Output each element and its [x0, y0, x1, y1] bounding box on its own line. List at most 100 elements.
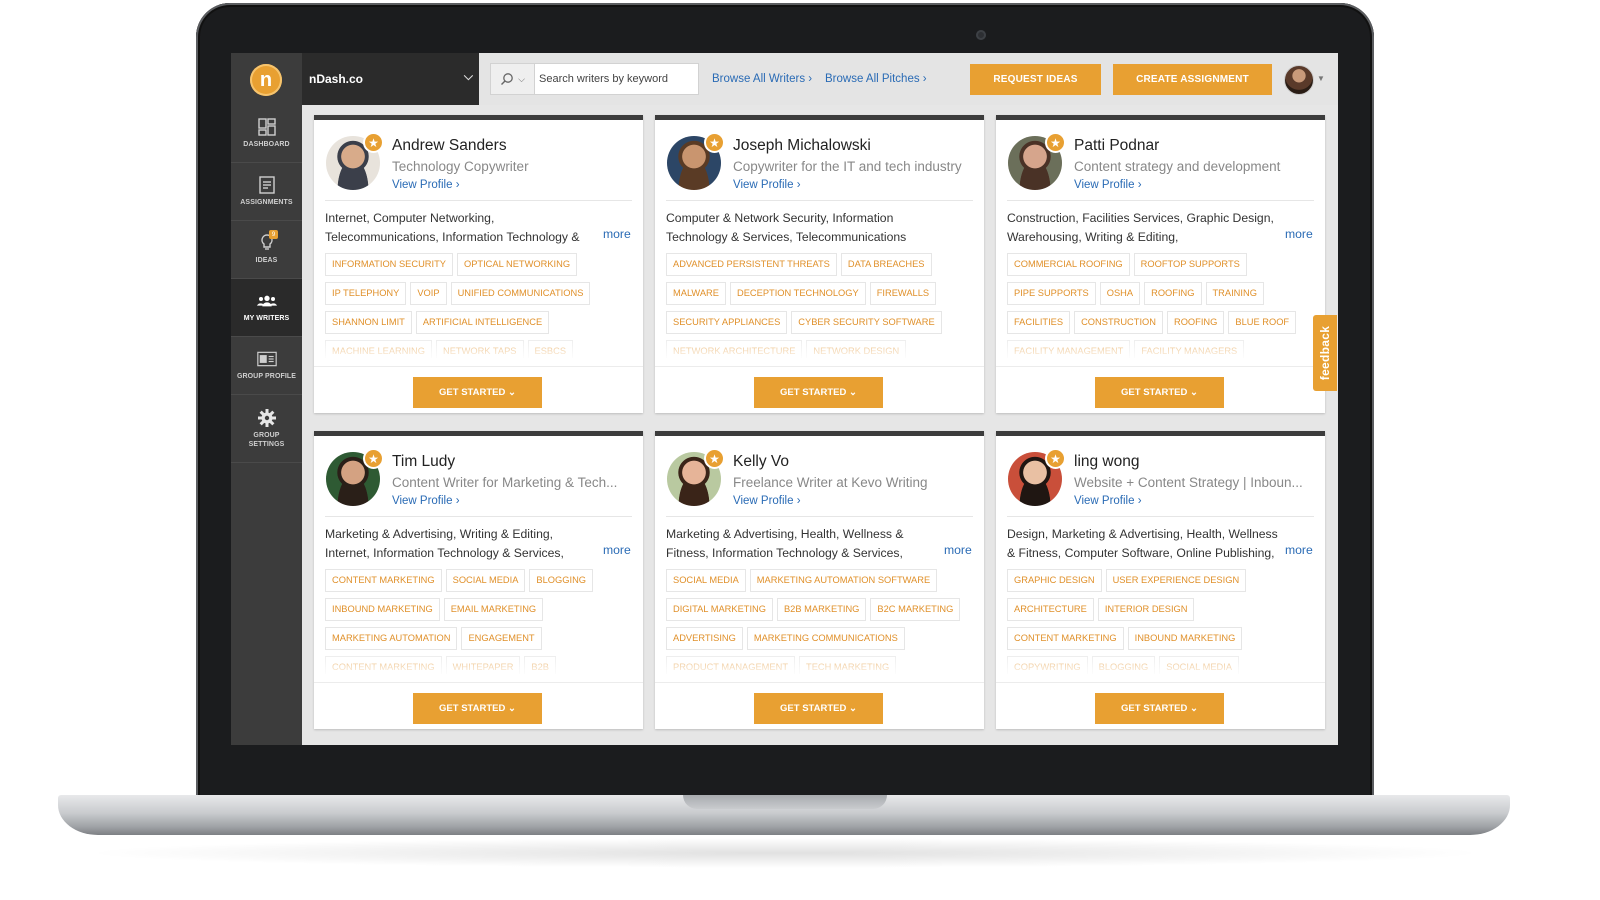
get-started-button[interactable]: GET STARTED ⌄: [1095, 377, 1224, 408]
get-started-button[interactable]: GET STARTED ⌄: [1095, 693, 1224, 724]
expertise-tag[interactable]: SOCIAL MEDIA: [666, 569, 746, 592]
search-input[interactable]: [539, 70, 695, 88]
expertise-tag[interactable]: DECEPTION TECHNOLOGY: [729, 282, 866, 305]
star-icon: ★: [1045, 132, 1066, 153]
expertise-tag[interactable]: CONTENT MARKETING: [325, 656, 442, 674]
view-profile-link[interactable]: View Profile ›: [392, 179, 460, 191]
expertise-tag[interactable]: CONSTRUCTION: [1074, 311, 1163, 334]
browse-writers-link[interactable]: Browse All Writers ›: [712, 73, 812, 85]
expertise-tag[interactable]: BLOGGING: [1091, 656, 1156, 674]
expertise-tag[interactable]: WHITEPAPER: [445, 656, 521, 674]
feedback-tab[interactable]: feedback: [1313, 315, 1337, 391]
expertise-tag[interactable]: INBOUND MARKETING: [325, 598, 440, 621]
more-industries-link[interactable]: more: [1285, 543, 1313, 557]
get-started-button[interactable]: GET STARTED ⌄: [754, 377, 883, 408]
expertise-tag[interactable]: FACILITY MANAGERS: [1134, 340, 1245, 358]
expertise-tag[interactable]: INTERIOR DESIGN: [1097, 598, 1195, 621]
expertise-tag[interactable]: MARKETING AUTOMATION SOFTWARE: [749, 569, 938, 592]
request-ideas-button[interactable]: REQUEST IDEAS: [970, 64, 1101, 95]
expertise-tag[interactable]: NETWORK DESIGN: [806, 340, 907, 358]
expertise-tag[interactable]: TECH MARKETING: [799, 656, 897, 674]
expertise-tag[interactable]: FIREWALLS: [869, 282, 937, 305]
expertise-tag[interactable]: MACHINE LEARNING: [325, 340, 432, 358]
expertise-tag[interactable]: FACILITY MANAGEMENT: [1007, 340, 1131, 358]
expertise-tag[interactable]: COPYWRITING: [1007, 656, 1088, 674]
sidebar-item-ideas[interactable]: 9 IDEAS: [231, 221, 302, 279]
expertise-tag[interactable]: NETWORK TAPS: [435, 340, 524, 358]
expertise-tag[interactable]: SHANNON LIMIT: [325, 311, 412, 334]
expertise-tag[interactable]: MARKETING COMMUNICATIONS: [746, 627, 905, 650]
expertise-tag[interactable]: VOIP: [410, 282, 447, 305]
get-started-button[interactable]: GET STARTED ⌄: [754, 693, 883, 724]
view-profile-link[interactable]: View Profile ›: [392, 495, 460, 507]
expertise-tag[interactable]: INBOUND MARKETING: [1127, 627, 1243, 650]
sidebar-item-my-writers[interactable]: MY WRITERS: [231, 279, 302, 337]
expertise-tag[interactable]: CONTENT MARKETING: [325, 569, 442, 592]
chevron-down-icon: ⌵: [518, 73, 525, 84]
view-profile-link[interactable]: View Profile ›: [733, 495, 801, 507]
expertise-tags: COMMERCIAL ROOFING ROOFTOP SUPPORTS PIPE S…: [1007, 253, 1317, 358]
expertise-tags: INFORMATION SECURITY OPTICAL NETWORKING IP…: [325, 253, 635, 358]
expertise-tag[interactable]: SECURITY APPLIANCES: [666, 311, 788, 334]
expertise-tag[interactable]: SOCIAL MEDIA: [1159, 656, 1240, 674]
get-started-button[interactable]: GET STARTED ⌄: [413, 377, 542, 408]
sidebar-item-assignments[interactable]: ASSIGNMENTS: [231, 163, 302, 221]
expertise-tag[interactable]: CYBER SECURITY SOFTWARE: [791, 311, 942, 334]
get-started-button[interactable]: GET STARTED ⌄: [413, 693, 542, 724]
caret-down-icon[interactable]: ▼: [1317, 74, 1325, 83]
expertise-tag[interactable]: TRAINING: [1205, 282, 1264, 305]
expertise-tag[interactable]: CONTENT MARKETING: [1007, 627, 1124, 650]
expertise-tag[interactable]: ENGAGEMENT: [461, 627, 542, 650]
create-assignment-button[interactable]: CREATE ASSIGNMENT: [1113, 64, 1272, 95]
expertise-tag[interactable]: MARKETING AUTOMATION: [325, 627, 458, 650]
expertise-tag[interactable]: SOCIAL MEDIA: [445, 569, 526, 592]
expertise-tag[interactable]: USER EXPERIENCE DESIGN: [1105, 569, 1247, 592]
brand-logo[interactable]: n: [250, 64, 282, 96]
expertise-tag[interactable]: INFORMATION SECURITY: [325, 253, 453, 276]
expertise-tag[interactable]: IP TELEPHONY: [325, 282, 407, 305]
expertise-tag[interactable]: PRODUCT MANAGEMENT: [666, 656, 796, 674]
expertise-tag[interactable]: ARTIFICIAL INTELLIGENCE: [415, 311, 550, 334]
expertise-tag[interactable]: ESBCS: [527, 340, 574, 358]
view-profile-link[interactable]: View Profile ›: [1074, 495, 1142, 507]
expertise-tag[interactable]: COMMERCIAL ROOFING: [1007, 253, 1130, 276]
org-select[interactable]: nDash.co ⌵: [302, 53, 479, 105]
expertise-tag[interactable]: OPTICAL NETWORKING: [456, 253, 578, 276]
expertise-tag[interactable]: B2B: [524, 656, 556, 674]
sidebar-item-group-profile[interactable]: GROUP PROFILE: [231, 337, 302, 395]
writer-card: ★ Patti Podnar Content strategy and develo…: [996, 115, 1325, 413]
expertise-tag[interactable]: B2C MARKETING: [870, 598, 961, 621]
expertise-tag[interactable]: ROOFING: [1144, 282, 1202, 305]
writer-name: Patti Podnar: [1074, 137, 1160, 154]
view-profile-link[interactable]: View Profile ›: [1074, 179, 1142, 191]
more-industries-link[interactable]: more: [1285, 227, 1313, 241]
expertise-tag[interactable]: EMAIL MARKETING: [443, 598, 544, 621]
expertise-tag[interactable]: GRAPHIC DESIGN: [1007, 569, 1102, 592]
sidebar-item-label: ASSIGNMENTS: [240, 199, 293, 206]
expertise-tag[interactable]: NETWORK ARCHITECTURE: [666, 340, 803, 358]
expertise-tag[interactable]: FACILITIES: [1007, 311, 1071, 334]
expertise-tag[interactable]: ROOFTOP SUPPORTS: [1133, 253, 1247, 276]
expertise-tag[interactable]: ADVANCED PERSISTENT THREATS: [666, 253, 837, 276]
browse-pitches-link[interactable]: Browse All Pitches ›: [825, 73, 927, 85]
more-industries-link[interactable]: more: [603, 543, 631, 557]
sidebar-item-group-settings[interactable]: GROUP SETTINGS: [231, 395, 302, 463]
expertise-tag[interactable]: PIPE SUPPORTS: [1007, 282, 1096, 305]
expertise-tag[interactable]: DATA BREACHES: [840, 253, 932, 276]
expertise-tag[interactable]: ARCHITECTURE: [1007, 598, 1094, 621]
expertise-tag[interactable]: B2B MARKETING: [776, 598, 867, 621]
expertise-tag[interactable]: ADVERTISING: [666, 627, 743, 650]
more-industries-link[interactable]: more: [944, 543, 972, 557]
expertise-tag[interactable]: BLUE ROOF: [1228, 311, 1297, 334]
view-profile-link[interactable]: View Profile ›: [733, 179, 801, 191]
expertise-tag[interactable]: BLOGGING: [529, 569, 594, 592]
search-scope-button[interactable]: ⌵: [491, 64, 535, 94]
expertise-tag[interactable]: MALWARE: [666, 282, 726, 305]
expertise-tag[interactable]: UNIFIED COMMUNICATIONS: [450, 282, 591, 305]
user-avatar[interactable]: [1284, 65, 1314, 95]
expertise-tag[interactable]: DIGITAL MARKETING: [666, 598, 773, 621]
expertise-tag[interactable]: ROOFING: [1166, 311, 1225, 334]
more-industries-link[interactable]: more: [603, 227, 631, 241]
expertise-tag[interactable]: OSHA: [1099, 282, 1141, 305]
sidebar-item-dashboard[interactable]: DASHBOARD: [231, 105, 302, 163]
